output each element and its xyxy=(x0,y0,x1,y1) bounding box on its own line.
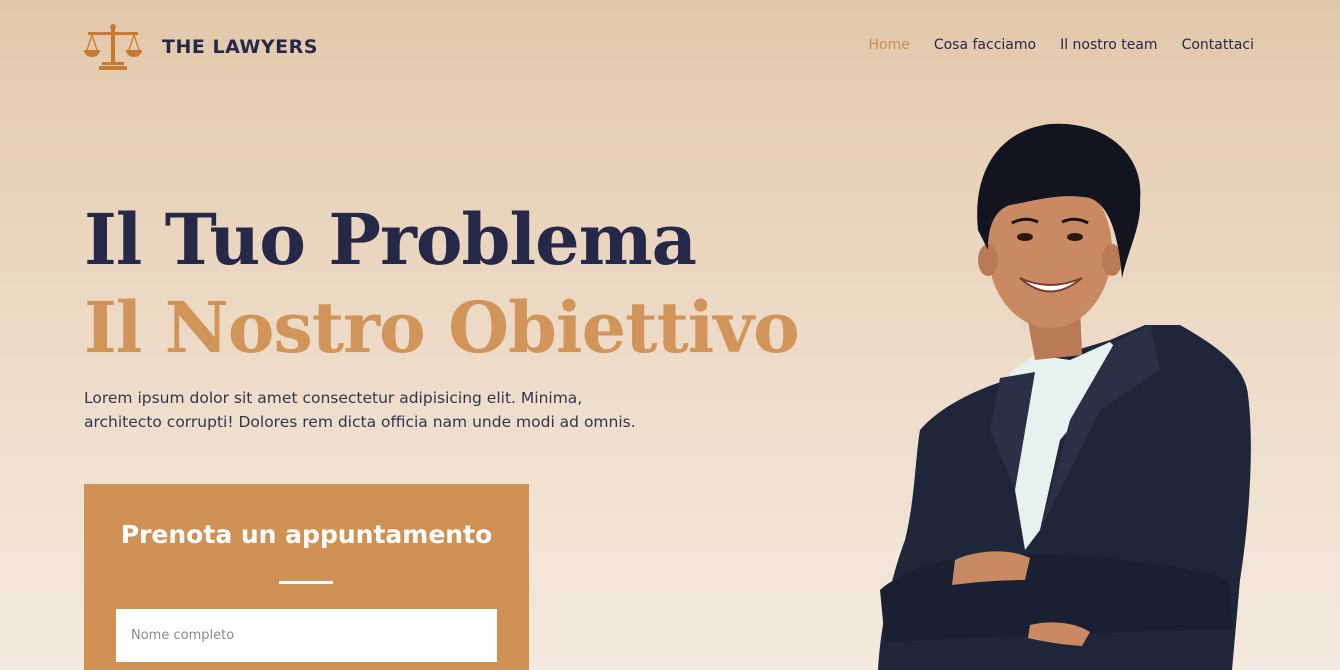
hero-title-line-1: Il Tuo Problema xyxy=(84,198,697,281)
main-nav: Home Cosa facciamo Il nostro team Contat… xyxy=(868,37,1254,53)
hero-title: Il Tuo Problema Il Nostro Obiettivo xyxy=(84,196,800,372)
brand-logo[interactable]: THE LAWYERS xyxy=(84,23,318,71)
title-divider xyxy=(279,581,333,584)
brand-name: THE LAWYERS xyxy=(162,36,318,58)
hero-description: Lorem ipsum dolor sit amet consectetur a… xyxy=(84,389,636,431)
nav-contattaci[interactable]: Contattaci xyxy=(1182,37,1254,53)
hero-title-line-2: Il Nostro Obiettivo xyxy=(84,286,800,369)
lawyer-portrait-image xyxy=(878,123,1251,670)
nav-cosa-facciamo[interactable]: Cosa facciamo xyxy=(934,37,1036,53)
booking-card: Prenota un appuntamento xyxy=(84,484,529,670)
full-name-input[interactable] xyxy=(116,609,497,662)
site-header: THE LAWYERS Home Cosa facciamo Il nostro… xyxy=(0,0,1340,94)
scales-of-justice-icon xyxy=(84,24,142,70)
nav-home[interactable]: Home xyxy=(868,37,909,53)
booking-title: Prenota un appuntamento xyxy=(120,520,493,549)
nav-il-nostro-team[interactable]: Il nostro team xyxy=(1060,37,1157,53)
